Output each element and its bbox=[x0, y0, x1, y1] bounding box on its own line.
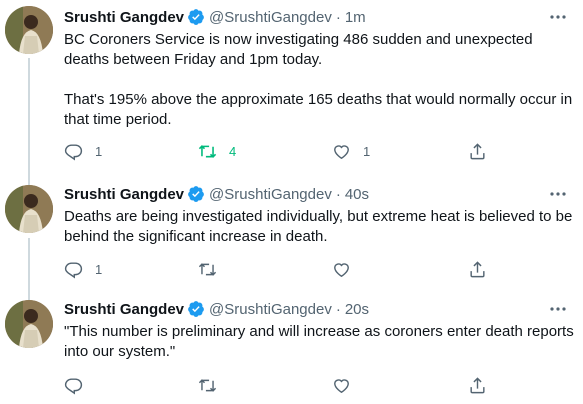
tweet-paragraph: Deaths are being investigated individual… bbox=[64, 208, 573, 245]
reply-button[interactable]: 1 bbox=[64, 140, 102, 162]
timestamp[interactable]: 40s bbox=[345, 186, 369, 203]
author-name[interactable]: Srushti Gangdev bbox=[64, 186, 184, 203]
retweet-button[interactable] bbox=[198, 374, 229, 396]
share-button[interactable] bbox=[468, 258, 487, 280]
tweet-text: Deaths are being investigated individual… bbox=[64, 207, 574, 247]
reply-icon bbox=[64, 377, 83, 394]
retweet-icon bbox=[198, 262, 217, 276]
separator-dot: · bbox=[335, 8, 341, 26]
like-button[interactable] bbox=[332, 258, 363, 280]
like-button[interactable] bbox=[332, 374, 363, 396]
avatar[interactable] bbox=[5, 6, 53, 54]
tweet-actions: 1 4 1 bbox=[64, 140, 494, 162]
tweet[interactable]: Srushti Gangdev @SrushtiGangdev · 20s "T… bbox=[0, 289, 583, 404]
tweet[interactable]: Srushti Gangdev @SrushtiGangdev · 40s De… bbox=[0, 174, 583, 289]
tweet-header: Srushti Gangdev @SrushtiGangdev · 40s bbox=[64, 184, 369, 204]
more-options-icon[interactable] bbox=[547, 300, 569, 318]
reply-icon bbox=[64, 261, 83, 278]
heart-icon bbox=[334, 378, 349, 393]
avatar-photo bbox=[5, 6, 53, 54]
reply-count: 1 bbox=[95, 143, 103, 159]
avatar-photo bbox=[5, 300, 53, 348]
tweet-actions bbox=[64, 374, 494, 396]
avatar-photo bbox=[5, 185, 53, 233]
author-name[interactable]: Srushti Gangdev bbox=[64, 9, 184, 26]
retweet-button[interactable]: 4 bbox=[198, 140, 236, 162]
tweet-actions: 1 bbox=[64, 258, 494, 280]
retweet-count: 4 bbox=[229, 143, 237, 159]
author-handle[interactable]: @SrushtiGangdev bbox=[209, 186, 332, 203]
reply-button[interactable]: 1 bbox=[64, 258, 102, 280]
share-icon bbox=[470, 142, 485, 159]
retweet-button[interactable] bbox=[198, 258, 229, 280]
verified-badge-icon bbox=[188, 9, 204, 25]
tweet-text: BC Coroners Service is now investigating… bbox=[64, 30, 574, 130]
retweet-icon bbox=[198, 378, 217, 392]
tweet[interactable]: Srushti Gangdev @SrushtiGangdev · 1m BC … bbox=[0, 0, 583, 174]
share-icon bbox=[470, 260, 485, 277]
author-handle[interactable]: @SrushtiGangdev bbox=[209, 301, 332, 318]
share-button[interactable] bbox=[468, 140, 487, 162]
like-button[interactable]: 1 bbox=[332, 140, 370, 162]
separator-dot: · bbox=[335, 185, 341, 203]
author-name[interactable]: Srushti Gangdev bbox=[64, 301, 184, 318]
author-handle[interactable]: @SrushtiGangdev bbox=[209, 9, 332, 26]
timestamp[interactable]: 1m bbox=[345, 9, 366, 26]
timestamp[interactable]: 20s bbox=[345, 301, 369, 318]
separator-dot: · bbox=[335, 300, 341, 318]
heart-icon bbox=[334, 144, 349, 159]
heart-icon bbox=[334, 262, 349, 277]
avatar[interactable] bbox=[5, 185, 53, 233]
tweet-thread: Srushti Gangdev @SrushtiGangdev · 1m BC … bbox=[0, 0, 583, 404]
share-button[interactable] bbox=[468, 374, 487, 396]
avatar[interactable] bbox=[5, 300, 53, 348]
verified-badge-icon bbox=[188, 301, 204, 317]
tweet-paragraph: "This number is preliminary and will inc… bbox=[64, 323, 574, 360]
share-icon bbox=[470, 376, 485, 393]
tweet-header: Srushti Gangdev @SrushtiGangdev · 20s bbox=[64, 299, 369, 319]
tweet-paragraph: That's 195% above the approximate 165 de… bbox=[64, 91, 573, 128]
reply-icon bbox=[64, 143, 83, 160]
more-options-icon[interactable] bbox=[547, 185, 569, 203]
tweet-paragraph: BC Coroners Service is now investigating… bbox=[64, 31, 533, 68]
tweet-text: "This number is preliminary and will inc… bbox=[64, 322, 574, 362]
retweet-icon bbox=[198, 144, 217, 158]
more-options-icon[interactable] bbox=[547, 8, 569, 26]
reply-button[interactable] bbox=[64, 374, 95, 396]
like-count: 1 bbox=[363, 143, 371, 159]
verified-badge-icon bbox=[188, 186, 204, 202]
tweet-header: Srushti Gangdev @SrushtiGangdev · 1m bbox=[64, 7, 366, 27]
reply-count: 1 bbox=[95, 261, 103, 277]
